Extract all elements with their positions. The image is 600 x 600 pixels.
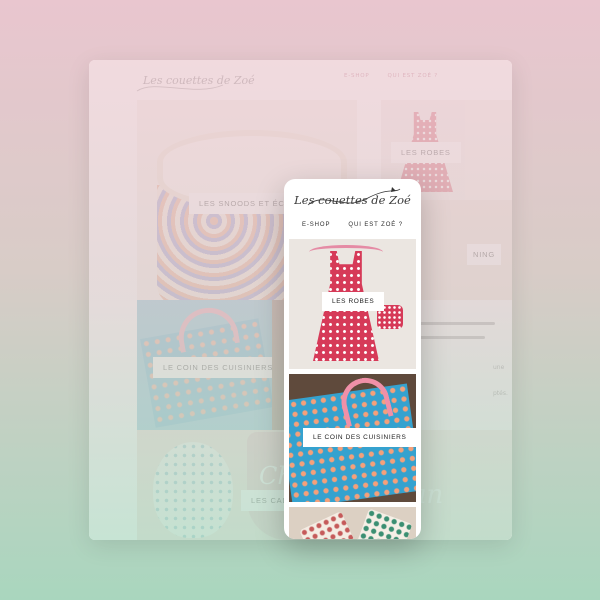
- text-fragment-1: une: [493, 364, 505, 371]
- text-fragment-2: ptés.: [493, 390, 508, 397]
- logo-swirl-icon: [136, 84, 224, 92]
- desktop-header: Les couettes de Zoé E-SHOP QUI EST ZOÉ ?: [89, 60, 512, 100]
- phone-nav: E-SHOP QUI EST ZOÉ ?: [284, 222, 421, 228]
- phone-nav-eshop[interactable]: E-SHOP: [302, 222, 330, 228]
- bib-image: [153, 442, 233, 538]
- phone-tile-cuisine-label: LE COIN DES CUISINIERS: [303, 428, 416, 447]
- hanger-image: [309, 245, 383, 259]
- tile-cuisine-desktop-label: LE COIN DES CUISINIERS: [153, 357, 272, 378]
- tile-right-partial-label: NING: [467, 244, 501, 265]
- tile-robes-desktop-label: LES ROBES: [391, 142, 461, 163]
- tile-robes-desktop-side: [465, 100, 512, 200]
- desktop-nav: E-SHOP QUI EST ZOÉ ?: [344, 73, 438, 79]
- desktop-logo[interactable]: Les couettes de Zoé: [136, 74, 255, 92]
- fabric-image: [299, 511, 357, 539]
- desktop-nav-about[interactable]: QUI EST ZOÉ ?: [388, 73, 438, 79]
- phone-tile-robes-label: LES ROBES: [322, 292, 385, 311]
- phone-logo[interactable]: Les couettes de Zoé: [284, 193, 421, 207]
- desktop-nav-eshop[interactable]: E-SHOP: [344, 73, 370, 79]
- tile-cuisine-desktop[interactable]: LE COIN DES CUISINIERS: [137, 300, 272, 430]
- phone-tile-cuisine[interactable]: LE COIN DES CUISINIERS: [289, 374, 416, 502]
- phone-tile-third[interactable]: [289, 507, 416, 539]
- phone-mockup: Les couettes de Zoé E-SHOP QUI EST ZOÉ ?…: [284, 179, 421, 539]
- phone-tile-robes[interactable]: LES ROBES: [289, 239, 416, 369]
- phone-nav-about[interactable]: QUI EST ZOÉ ?: [348, 222, 403, 228]
- fabric-image: [355, 508, 413, 539]
